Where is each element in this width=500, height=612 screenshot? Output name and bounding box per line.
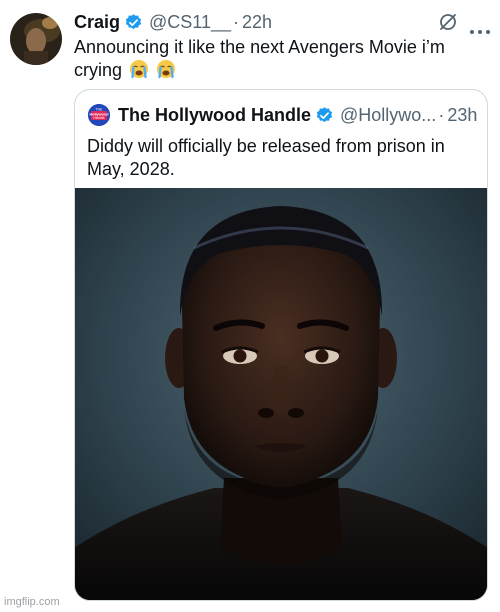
quoted-tweet-header: The Hollywood Handle @Hollywo... · 23h [118,103,477,127]
verified-badge-icon [315,106,334,125]
author-avatar[interactable] [10,13,62,65]
author-handle[interactable]: @CS11__ [149,12,231,33]
loudly-crying-face-icon [129,59,149,79]
separator-dot: · [233,11,239,32]
separator-dot: · [438,104,445,125]
quoted-tweet[interactable]: THE Hollywood Handle The Hollywood Handl… [74,89,488,601]
tweet-text: Announcing it like the next Avengers Mov… [74,36,494,82]
quoted-author-name[interactable]: The Hollywood Handle [118,105,311,126]
verified-badge-icon [124,13,143,32]
quoted-author-handle[interactable]: @Hollywo... [340,105,436,126]
author-name[interactable]: Craig [74,12,120,33]
portrait-photo[interactable] [75,188,487,600]
logo-text: Handle [93,116,104,120]
watermark: imgflip.com [4,596,60,608]
grok-icon[interactable] [438,12,458,32]
tweet-header: Craig @CS11__ · 22h [74,10,272,34]
tweet[interactable]: Craig @CS11__ · 22h Announcing it like t… [0,0,500,612]
logo-text: THE [96,108,104,112]
quoted-author-avatar[interactable]: THE Hollywood Handle [88,104,110,126]
tweet-time[interactable]: 22h [242,12,272,33]
more-icon[interactable] [470,21,490,34]
quoted-tweet-time[interactable]: 23h [447,105,477,126]
loudly-crying-face-icon [156,59,176,79]
quoted-tweet-text: Diddy will officially be released from p… [87,136,445,179]
